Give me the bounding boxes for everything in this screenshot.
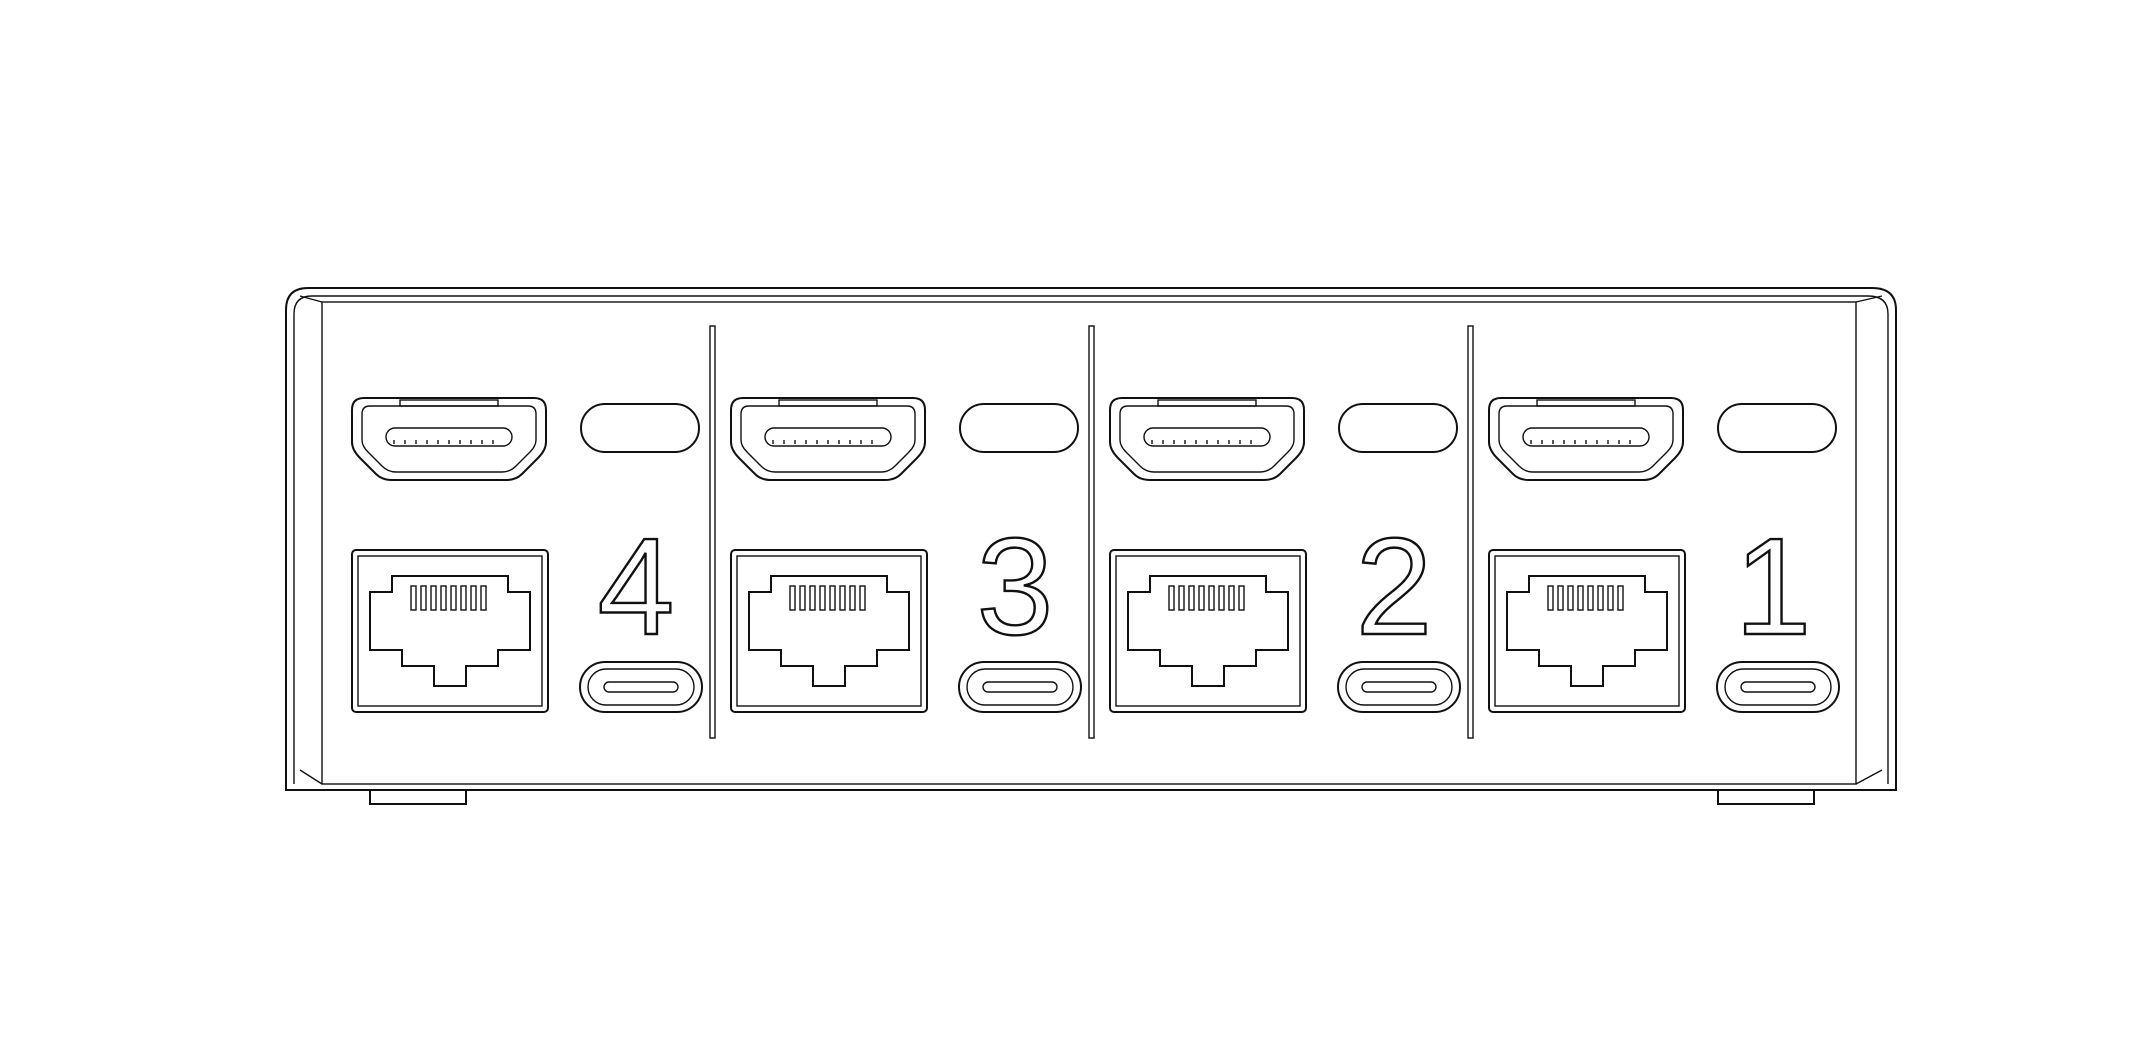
- hdmi-port-icon: [351, 397, 547, 481]
- led-indicator: [1338, 403, 1458, 453]
- chassis-inner-outline: [293, 295, 1889, 784]
- port-number-label: 3: [977, 510, 1054, 664]
- divider: [1467, 325, 1474, 739]
- port-bay-3: 3: [730, 397, 1082, 713]
- ethernet-port-icon: [1488, 549, 1686, 713]
- port-number-label: 1: [1735, 510, 1812, 664]
- port-bay-1: 1: [1488, 397, 1840, 713]
- led-indicator: [580, 403, 700, 453]
- port-bay-2: 2: [1109, 397, 1461, 713]
- chassis-corner-line: [299, 769, 323, 785]
- usb-c-port-icon: [1716, 661, 1840, 713]
- chassis-corner-line: [299, 295, 323, 303]
- ethernet-port-icon: [730, 549, 928, 713]
- ethernet-port-icon: [351, 549, 549, 713]
- led-indicator: [1717, 403, 1837, 453]
- divider: [1088, 325, 1095, 739]
- hdmi-port-icon: [1488, 397, 1684, 481]
- usb-c-port-icon: [579, 661, 703, 713]
- foot-right: [1717, 789, 1815, 805]
- chassis: [285, 287, 1897, 805]
- hdmi-port-icon: [1109, 397, 1305, 481]
- divider: [709, 325, 716, 739]
- port-number-label: 2: [1356, 510, 1433, 664]
- led-indicator: [959, 403, 1079, 453]
- chassis-outer-outline: [285, 287, 1897, 791]
- port-bay-4: 4: [351, 397, 703, 713]
- chassis-corner-line: [1855, 295, 1883, 303]
- foot-left: [369, 789, 467, 805]
- hdmi-port-icon: [730, 397, 926, 481]
- usb-c-port-icon: [1337, 661, 1461, 713]
- port-number-label: 4: [598, 510, 675, 664]
- port-bays: 4 3 2 1: [351, 397, 1840, 713]
- ethernet-port-icon: [1109, 549, 1307, 713]
- usb-c-port-icon: [958, 661, 1082, 713]
- device-front-panel-drawing: 4 3 2 1: [0, 0, 2152, 1035]
- panel-svg: 4 3 2 1: [285, 287, 1897, 805]
- chassis-corner-line: [1855, 769, 1883, 785]
